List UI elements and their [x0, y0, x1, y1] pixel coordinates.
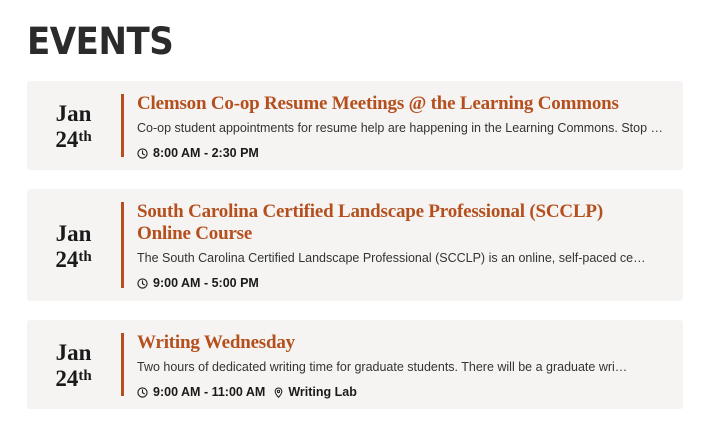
event-date: Jan 24th — [27, 221, 120, 273]
event-time: 9:00 AM - 11:00 AM — [153, 385, 266, 399]
event-date-day: 24th — [55, 366, 92, 391]
event-card[interactable]: Jan 24th Writing Wednesday Two hours of … — [27, 320, 683, 409]
map-pin-icon — [273, 387, 284, 398]
event-description: The South Carolina Certified Landscape P… — [137, 251, 646, 265]
event-description: Two hours of dedicated writing time for … — [137, 360, 628, 374]
clock-icon — [137, 147, 148, 159]
event-meta: 8:00 AM - 2:30 PM — [137, 145, 669, 161]
event-date-month: Jan — [55, 101, 92, 126]
event-description: Co-op student appointments for resume he… — [137, 121, 664, 135]
clock-icon — [137, 277, 148, 289]
event-title-link[interactable]: South Carolina Certified Landscape Profe… — [137, 201, 669, 245]
event-accent-bar — [121, 202, 124, 288]
event-card[interactable]: Jan 24th South Carolina Certified Landsc… — [27, 189, 683, 301]
event-card[interactable]: Jan 24th Clemson Co-op Resume Meetings @… — [27, 81, 683, 170]
event-meta: 9:00 AM - 11:00 AM Writing Lab — [137, 384, 669, 400]
event-time: 9:00 AM - 5:00 PM — [153, 276, 259, 290]
event-date: Jan 24th — [27, 340, 120, 392]
event-time: 8:00 AM - 2:30 PM — [153, 146, 259, 160]
event-accent-bar — [121, 94, 124, 157]
event-location: Writing Lab — [288, 385, 357, 399]
event-title-link[interactable]: Clemson Co-op Resume Meetings @ the Lear… — [137, 93, 669, 115]
event-details: Clemson Co-op Resume Meetings @ the Lear… — [137, 93, 669, 161]
event-date-day: 24th — [55, 247, 92, 272]
events-heading: EVENTS — [27, 20, 174, 63]
event-details: Writing Wednesday Two hours of dedicated… — [137, 332, 669, 400]
clock-icon — [137, 386, 148, 398]
event-date-month: Jan — [55, 340, 92, 365]
event-details: South Carolina Certified Landscape Profe… — [137, 201, 669, 291]
event-meta: 9:00 AM - 5:00 PM — [137, 275, 669, 291]
event-title-link[interactable]: Writing Wednesday — [137, 332, 669, 354]
event-date-month: Jan — [55, 221, 92, 246]
event-accent-bar — [121, 333, 124, 396]
event-date-day: 24th — [55, 127, 92, 152]
event-date: Jan 24th — [27, 101, 120, 153]
